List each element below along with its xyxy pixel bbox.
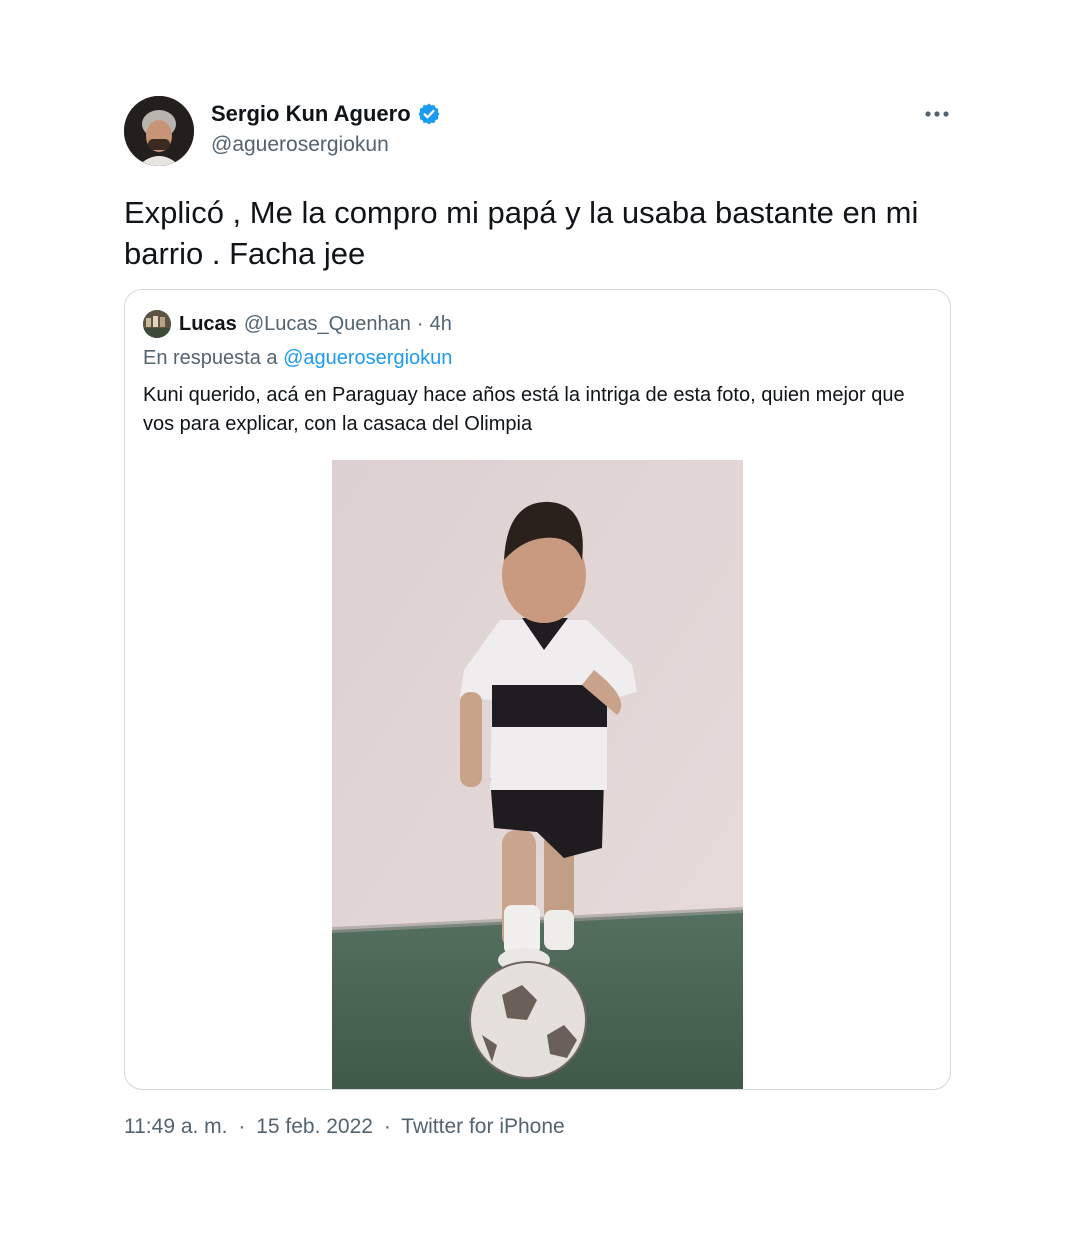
tweet-time[interactable]: 11:49 a. m. [124,1115,228,1138]
meta-separator: · [383,1115,391,1138]
more-options-icon[interactable] [922,102,952,126]
quoted-tweet-card[interactable]: Lucas @Lucas_Quenhan · 4h En respuesta a… [124,289,951,1090]
reply-to-handle[interactable]: @aguerosergiokun [283,347,452,369]
author-avatar[interactable] [124,96,194,166]
meta-separator: · [238,1115,246,1138]
author-handle[interactable]: @aguerosergiokun [211,133,389,157]
quoted-tweet-text: Kuni querido, acá en Paraguay hace años … [143,384,905,435]
author-name-text: Sergio Kun Aguero [211,101,411,126]
quoted-tweet-header: Lucas @Lucas_Quenhan · 4h [143,310,452,338]
tweet-date[interactable]: 15 feb. 2022 [256,1115,373,1138]
reply-context: En respuesta a @aguerosergiokun [143,347,452,370]
quoted-author-handle[interactable]: @Lucas_Quenhan [244,313,411,336]
quoted-time[interactable]: 4h [430,313,452,336]
tweet-text: Explicó , Me la compro mi papá y la usab… [124,195,919,271]
quoted-author-avatar[interactable] [143,310,171,338]
tweet-detail: Sergio Kun Aguero @aguerosergiokun Expli… [0,0,1080,1238]
tweet-source[interactable]: Twitter for iPhone [401,1115,564,1138]
reply-prefix: En respuesta a [143,347,278,369]
quoted-separator: · [416,312,424,335]
verified-badge-icon [417,102,441,126]
author-name[interactable]: Sergio Kun Aguero [211,101,441,127]
quoted-tweet-photo[interactable] [332,460,743,1089]
tweet-metadata: 11:49 a. m. · 15 feb. 2022 · Twitter for… [124,1115,565,1139]
quoted-author-name[interactable]: Lucas [179,313,237,336]
